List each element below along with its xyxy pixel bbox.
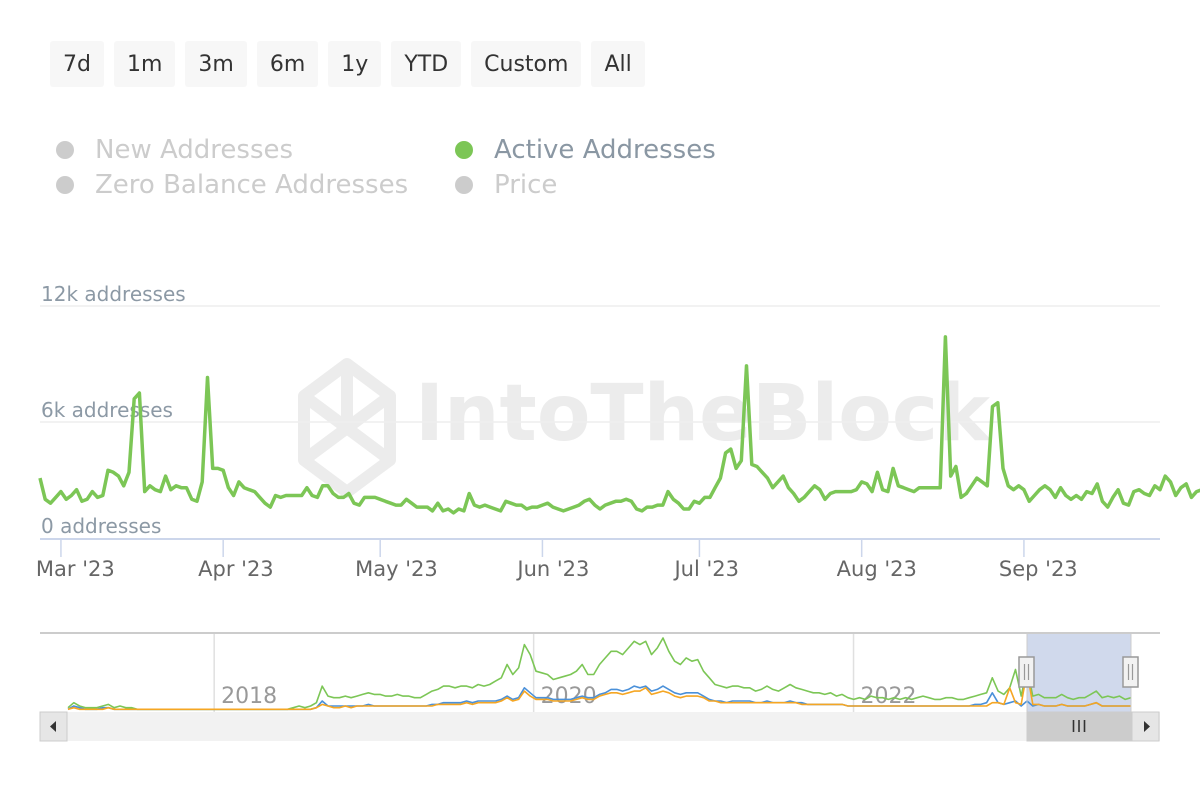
navigator: 2018 2020 2022 [40,632,1160,712]
x-tick-label: Aug '23 [837,557,917,581]
y-tick-label: 6k addresses [41,398,173,422]
x-tick-label: Jul '23 [672,557,739,581]
navigator-tick-label: 2018 [221,684,277,709]
x-tick-label: Apr '23 [198,557,273,581]
watermark-text: IntoTheBlock [415,369,992,459]
scrollbar-right-button[interactable] [1131,711,1160,742]
watermark: IntoTheBlock [298,358,992,498]
navigator-selected-range[interactable] [1027,634,1131,712]
y-axis-labels: 0 addresses 6k addresses 12k addresses [41,282,186,538]
x-tick-label: May '23 [355,557,438,581]
chart-svg: IntoTheBlock 0 addresses 6k addresses 12k … [36,282,1200,742]
x-tick-label: Jun '23 [515,557,589,581]
navigator-tick-label: 2020 [541,684,597,709]
x-axis-ticks: Mar '23 Apr '23 May '23 Jun '23 Jul '23 Aug '… [36,539,1078,581]
x-tick-label: Sep '23 [999,557,1078,581]
scrollbar-left-button[interactable] [39,711,68,742]
watermark-logo-icon [298,358,396,498]
navigator-handle-right[interactable] [1122,656,1139,688]
y-tick-label: 0 addresses [41,514,161,538]
scrollbar[interactable] [39,711,1160,742]
navigator-handle-left[interactable] [1018,656,1035,688]
y-tick-label: 12k addresses [41,282,186,306]
scrollbar-thumb[interactable] [1026,711,1132,742]
x-tick-label: Mar '23 [36,557,115,581]
scrollbar-track[interactable] [40,712,1160,741]
